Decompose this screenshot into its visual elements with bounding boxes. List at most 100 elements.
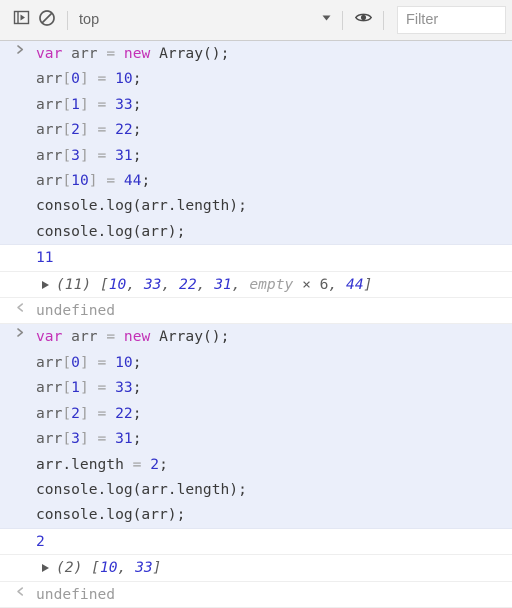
code-token: [ <box>62 404 72 422</box>
eye-icon <box>354 8 373 32</box>
code-token: arr <box>36 146 63 164</box>
code-token: [ <box>62 430 72 448</box>
chevron-down-icon[interactable] <box>320 11 333 29</box>
code-token: ] <box>79 379 89 397</box>
code-token: console.log(arr); <box>36 222 186 240</box>
prompt-chevron-icon <box>11 324 29 338</box>
code-token: ; <box>159 455 168 473</box>
code-token: Array <box>159 45 203 62</box>
toolbar-divider-3 <box>383 10 384 30</box>
code-token: ] <box>79 404 89 422</box>
code-token: ; <box>132 95 142 113</box>
code-token: = <box>106 172 116 190</box>
filter-input[interactable] <box>398 12 505 28</box>
code-token: arr <box>36 172 63 190</box>
code-token: console.log(arr); <box>36 506 186 524</box>
code-token: = <box>106 45 116 62</box>
filter-field[interactable] <box>397 6 506 34</box>
code-token: new <box>123 45 151 62</box>
code-line: arr[1] = 33; <box>36 92 506 117</box>
code-token: arr <box>71 328 98 346</box>
code-token: ; <box>132 121 142 139</box>
console-array-preview[interactable]: (2) [10, 33] <box>0 555 512 582</box>
code-token: Array <box>159 328 203 346</box>
code-token: [ <box>62 146 72 164</box>
console-return-value[interactable]: undefined <box>0 298 512 325</box>
code-token: 22 <box>115 121 133 139</box>
code-token: ] <box>79 95 89 113</box>
clear-console-icon <box>38 9 56 32</box>
code-token: = <box>106 328 116 346</box>
toolbar-divider-2 <box>342 10 343 30</box>
clear-console-button[interactable] <box>34 7 60 33</box>
disclosure-triangle-icon[interactable] <box>42 280 49 289</box>
execution-context-label: top <box>79 12 100 28</box>
disclosure-triangle-icon[interactable] <box>42 564 49 573</box>
console-sidebar-icon <box>13 9 30 31</box>
code-token: console.log(arr.length); <box>36 480 247 498</box>
code-line: arr[2] = 22; <box>36 117 506 142</box>
code-token: 2 <box>150 455 160 473</box>
array-empty-times: × <box>293 275 320 293</box>
toolbar-divider-1 <box>67 10 68 30</box>
array-separator: , <box>231 275 250 293</box>
console-settings-eye-button[interactable] <box>350 7 376 33</box>
logged-value: 2 <box>36 532 45 550</box>
code-line: arr[0] = 10; <box>36 350 506 375</box>
code-token: ] <box>79 146 89 164</box>
prompt-chevron-icon <box>11 41 29 55</box>
code-token: arr.length <box>36 455 124 473</box>
array-separator: , <box>328 275 347 293</box>
console-input-entry[interactable]: var arr = new Array(); arr[0] = 10; arr[1]… <box>0 324 512 529</box>
console-log-result[interactable]: 11 <box>0 245 512 272</box>
code-token: ; <box>132 430 142 448</box>
array-close-bracket: ] <box>152 559 162 577</box>
code-token: [ <box>62 353 72 371</box>
code-token: 3 <box>71 146 80 164</box>
code-token: arr <box>36 70 63 88</box>
array-open-bracket: [ <box>82 559 100 577</box>
code-token: 10 <box>71 172 89 190</box>
code-token: 44 <box>123 172 142 190</box>
code-token: ; <box>132 353 142 371</box>
code-token: ; <box>132 379 142 397</box>
code-line: console.log(arr); <box>36 219 506 244</box>
code-token: var <box>36 328 63 346</box>
console-message-list[interactable]: var arr = new Array(); arr[0] = 10; arr[1]… <box>0 41 512 608</box>
code-token: [ <box>62 379 72 397</box>
code-token: ; <box>141 172 151 190</box>
code-token: ] <box>79 353 89 371</box>
array-item: 33 <box>135 559 153 577</box>
code-line: arr[0] = 10; <box>36 66 506 91</box>
array-item: 31 <box>214 275 232 293</box>
console-input-entry[interactable]: var arr = new Array(); arr[0] = 10; arr[1]… <box>0 41 512 246</box>
undefined-value: undefined <box>36 585 116 603</box>
code-token: ] <box>88 172 98 190</box>
array-close-bracket: ] <box>363 275 373 293</box>
console-sidebar-toggle-button[interactable] <box>8 7 34 33</box>
code-token: 1 <box>71 379 80 397</box>
undefined-value: undefined <box>36 302 116 320</box>
code-token: (); <box>203 328 230 346</box>
code-token: ; <box>132 404 142 422</box>
code-token: arr <box>36 404 63 422</box>
code-line: arr[3] = 31; <box>36 143 506 168</box>
array-item: 44 <box>346 275 364 293</box>
return-chevron-icon <box>11 298 29 313</box>
console-log-result[interactable]: 2 <box>0 528 512 556</box>
console-array-preview[interactable]: (11) [10, 33, 22, 31, empty × 6, 44] <box>0 271 512 299</box>
array-length-label: (2) <box>56 559 83 577</box>
execution-context-select[interactable]: top <box>75 7 335 33</box>
